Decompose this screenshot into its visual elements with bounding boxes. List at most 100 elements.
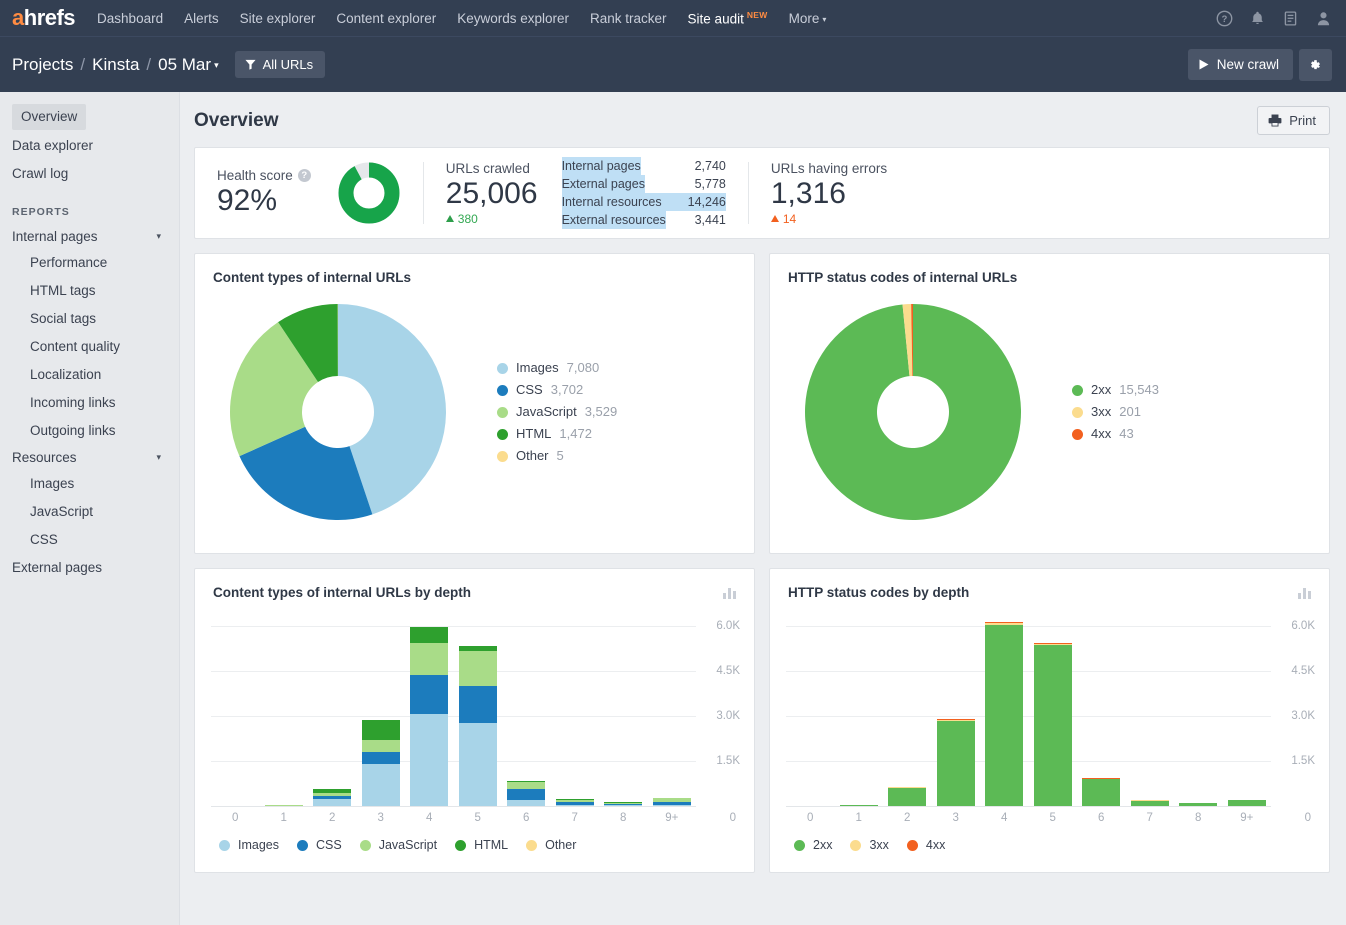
- legend-item[interactable]: CSS3,702: [497, 379, 617, 401]
- nav-alerts[interactable]: Alerts: [184, 11, 219, 26]
- stacked-bar[interactable]: [362, 720, 400, 806]
- legend-item[interactable]: HTML: [455, 834, 508, 856]
- notes-icon[interactable]: [1282, 10, 1299, 27]
- bar-column[interactable]: [551, 614, 600, 806]
- bell-icon[interactable]: [1249, 10, 1266, 27]
- sidebar-item-content-quality[interactable]: Content quality: [0, 333, 179, 361]
- legend-item[interactable]: 4xx43: [1072, 423, 1159, 445]
- sidebar-item-images[interactable]: Images: [0, 470, 179, 498]
- bar-column[interactable]: [835, 614, 884, 806]
- bar-column[interactable]: [1223, 614, 1272, 806]
- nav-site-explorer[interactable]: Site explorer: [240, 11, 316, 26]
- legend-item[interactable]: Images: [219, 834, 279, 856]
- bar-column[interactable]: [883, 614, 932, 806]
- legend-item[interactable]: 4xx: [907, 834, 945, 856]
- legend-item[interactable]: Images7,080: [497, 357, 617, 379]
- account-icon[interactable]: [1315, 10, 1332, 27]
- bar-column[interactable]: [1126, 614, 1175, 806]
- bar-column[interactable]: [308, 614, 357, 806]
- bar-segment-2xx[interactable]: [937, 721, 975, 806]
- legend-item[interactable]: 3xx: [850, 834, 888, 856]
- sidebar-group-resources[interactable]: Resources ▾: [0, 445, 179, 470]
- settings-button[interactable]: [1299, 49, 1332, 81]
- legend-item[interactable]: JavaScript3,529: [497, 401, 617, 423]
- stacked-bar[interactable]: [653, 798, 691, 806]
- help-icon[interactable]: ?: [298, 169, 311, 182]
- bar-segment-2xx[interactable]: [985, 625, 1023, 806]
- legend-item[interactable]: 2xx: [794, 834, 832, 856]
- nav-more[interactable]: More▾: [789, 11, 827, 26]
- stacked-bar[interactable]: [888, 787, 926, 806]
- legend-item[interactable]: CSS: [297, 834, 342, 856]
- nav-content-explorer[interactable]: Content explorer: [336, 11, 436, 26]
- bar-segment-images[interactable]: [410, 714, 448, 806]
- bar-column[interactable]: [648, 614, 697, 806]
- sidebar-item-javascript[interactable]: JavaScript: [0, 498, 179, 526]
- sidebar-item-localization[interactable]: Localization: [0, 361, 179, 389]
- sidebar-item-external-pages[interactable]: External pages: [0, 554, 179, 582]
- bar-column[interactable]: [1077, 614, 1126, 806]
- bar-segment-css[interactable]: [507, 789, 545, 800]
- legend-item[interactable]: JavaScript: [360, 834, 437, 856]
- bar-segment-html[interactable]: [362, 720, 400, 741]
- bar-column[interactable]: [211, 614, 260, 806]
- all-urls-filter-button[interactable]: All URLs: [235, 51, 326, 78]
- bar-column[interactable]: [1174, 614, 1223, 806]
- bar-column[interactable]: [260, 614, 309, 806]
- legend-item[interactable]: 3xx201: [1072, 401, 1159, 423]
- bar-column[interactable]: [980, 614, 1029, 806]
- bar-column[interactable]: [357, 614, 406, 806]
- breadcrumb-site[interactable]: Kinsta: [92, 55, 139, 75]
- chart-toggle-icon[interactable]: [1298, 586, 1311, 599]
- stacked-bar[interactable]: [1034, 643, 1072, 806]
- stacked-bar[interactable]: [459, 646, 497, 806]
- legend-item[interactable]: Other5: [497, 445, 617, 467]
- bar-column[interactable]: [1029, 614, 1078, 806]
- bar-segment-html[interactable]: [410, 627, 448, 643]
- bar-segment-javascript[interactable]: [459, 651, 497, 686]
- bar-column[interactable]: [502, 614, 551, 806]
- help-icon[interactable]: ?: [1216, 10, 1233, 27]
- legend-item[interactable]: Other: [526, 834, 576, 856]
- nav-site-audit[interactable]: Site auditNEW: [688, 10, 768, 27]
- sidebar-item-data-explorer[interactable]: Data explorer: [0, 132, 179, 160]
- bar-segment-images[interactable]: [459, 723, 497, 806]
- breadcrumb-date-selector[interactable]: 05 Mar▾: [158, 55, 218, 75]
- stacked-bar[interactable]: [1082, 778, 1120, 806]
- stacked-bar[interactable]: [985, 622, 1023, 806]
- bar-segment-css[interactable]: [362, 752, 400, 764]
- stacked-bar[interactable]: [507, 781, 545, 806]
- sidebar-item-css[interactable]: CSS: [0, 526, 179, 554]
- bar-segment-css[interactable]: [410, 675, 448, 714]
- nav-dashboard[interactable]: Dashboard: [97, 11, 163, 26]
- new-crawl-button[interactable]: New crawl: [1188, 49, 1293, 80]
- stacked-bar[interactable]: [410, 627, 448, 806]
- bar-segment-css[interactable]: [459, 686, 497, 723]
- sidebar-item-social-tags[interactable]: Social tags: [0, 305, 179, 333]
- bar-segment-2xx[interactable]: [888, 788, 926, 806]
- sidebar-item-html-tags[interactable]: HTML tags: [0, 277, 179, 305]
- bar-segment-images[interactable]: [362, 764, 400, 806]
- stacked-bar[interactable]: [313, 789, 351, 806]
- bar-segment-2xx[interactable]: [1034, 645, 1072, 806]
- bar-segment-javascript[interactable]: [410, 643, 448, 675]
- sidebar-item-outgoing-links[interactable]: Outgoing links: [0, 417, 179, 445]
- ahrefs-logo[interactable]: ahrefs: [12, 7, 75, 29]
- bar-column[interactable]: [932, 614, 981, 806]
- bar-segment-javascript[interactable]: [362, 740, 400, 752]
- print-button[interactable]: Print: [1257, 106, 1330, 135]
- bar-column[interactable]: [405, 614, 454, 806]
- bar-segment-javascript[interactable]: [507, 782, 545, 789]
- sidebar-item-crawl-log[interactable]: Crawl log: [0, 160, 179, 188]
- bar-column[interactable]: [599, 614, 648, 806]
- legend-item[interactable]: 2xx15,543: [1072, 379, 1159, 401]
- sidebar-item-incoming-links[interactable]: Incoming links: [0, 389, 179, 417]
- bar-segment-images[interactable]: [313, 799, 351, 807]
- stacked-bar[interactable]: [937, 719, 975, 806]
- sidebar-group-internal-pages[interactable]: Internal pages ▾: [0, 224, 179, 249]
- chart-toggle-icon[interactable]: [723, 586, 736, 599]
- nav-keywords-explorer[interactable]: Keywords explorer: [457, 11, 569, 26]
- breadcrumb-projects[interactable]: Projects: [12, 55, 73, 75]
- legend-item[interactable]: HTML1,472: [497, 423, 617, 445]
- nav-rank-tracker[interactable]: Rank tracker: [590, 11, 667, 26]
